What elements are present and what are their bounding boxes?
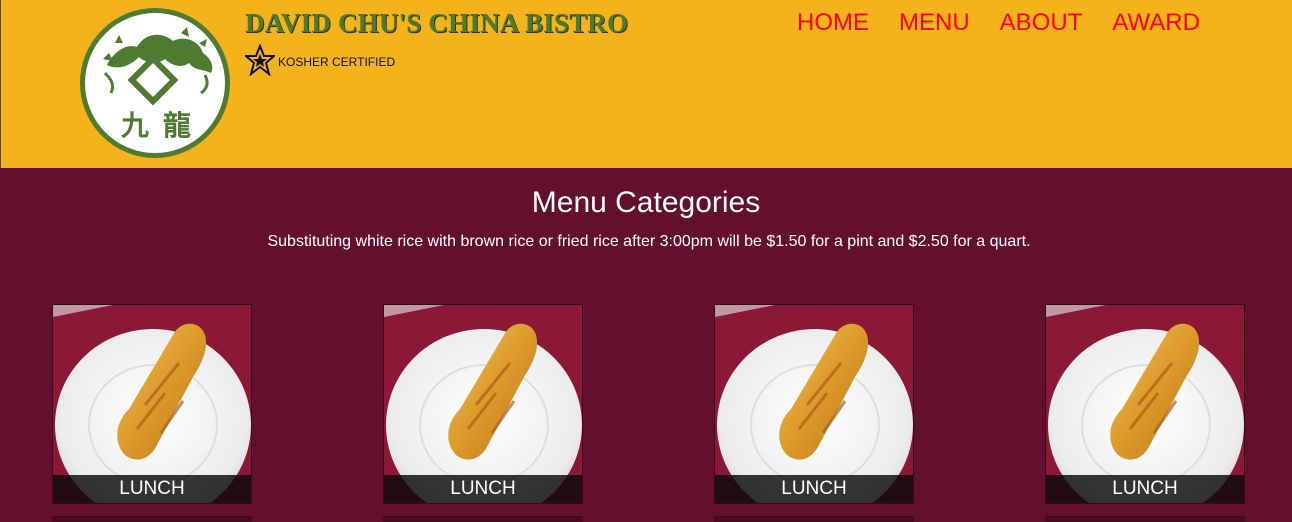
category-card-partial[interactable] bbox=[1045, 516, 1245, 522]
category-label: LUNCH bbox=[384, 475, 582, 503]
page-title: Menu Categories bbox=[531, 186, 761, 219]
category-card-partial[interactable] bbox=[383, 516, 583, 522]
nav-home[interactable]: HOME bbox=[797, 8, 869, 38]
category-card-lunch[interactable]: LUNCH bbox=[52, 304, 252, 504]
category-card-lunch[interactable]: LUNCH bbox=[1045, 304, 1245, 504]
category-label: LUNCH bbox=[53, 475, 251, 503]
kosher-badge: KOSHER CERTIFIED bbox=[243, 42, 396, 81]
kosher-star-icon bbox=[243, 42, 277, 81]
site-header: 九 龍 DAVID CHU'S CHINA BISTRO KOSHER CERT… bbox=[0, 0, 1292, 168]
category-card-lunch[interactable]: LUNCH bbox=[714, 304, 914, 504]
kosher-label: KOSHER CERTIFIED bbox=[278, 54, 396, 69]
dragon-logo-icon[interactable]: 九 龍 bbox=[80, 8, 230, 158]
main-nav: HOME MENU ABOUT AWARD bbox=[797, 8, 1200, 38]
svg-text:九: 九 bbox=[121, 109, 149, 142]
category-card-partial[interactable] bbox=[714, 516, 914, 522]
category-label: LUNCH bbox=[715, 475, 913, 503]
nav-menu[interactable]: MENU bbox=[899, 8, 970, 38]
category-label: LUNCH bbox=[1046, 475, 1244, 503]
nav-award[interactable]: AWARD bbox=[1112, 8, 1200, 38]
rice-substitution-note: Substituting white rice with brown rice … bbox=[267, 233, 1031, 250]
category-card-partial[interactable] bbox=[52, 516, 252, 522]
svg-text:龍: 龍 bbox=[163, 109, 191, 142]
brand-title: DAVID CHU'S CHINA BISTRO bbox=[245, 8, 629, 38]
category-grid: LUNCH LUNCH LUNCH LUNCH bbox=[0, 304, 1292, 504]
nav-about[interactable]: ABOUT bbox=[1000, 8, 1083, 38]
category-card-lunch[interactable]: LUNCH bbox=[383, 304, 583, 504]
